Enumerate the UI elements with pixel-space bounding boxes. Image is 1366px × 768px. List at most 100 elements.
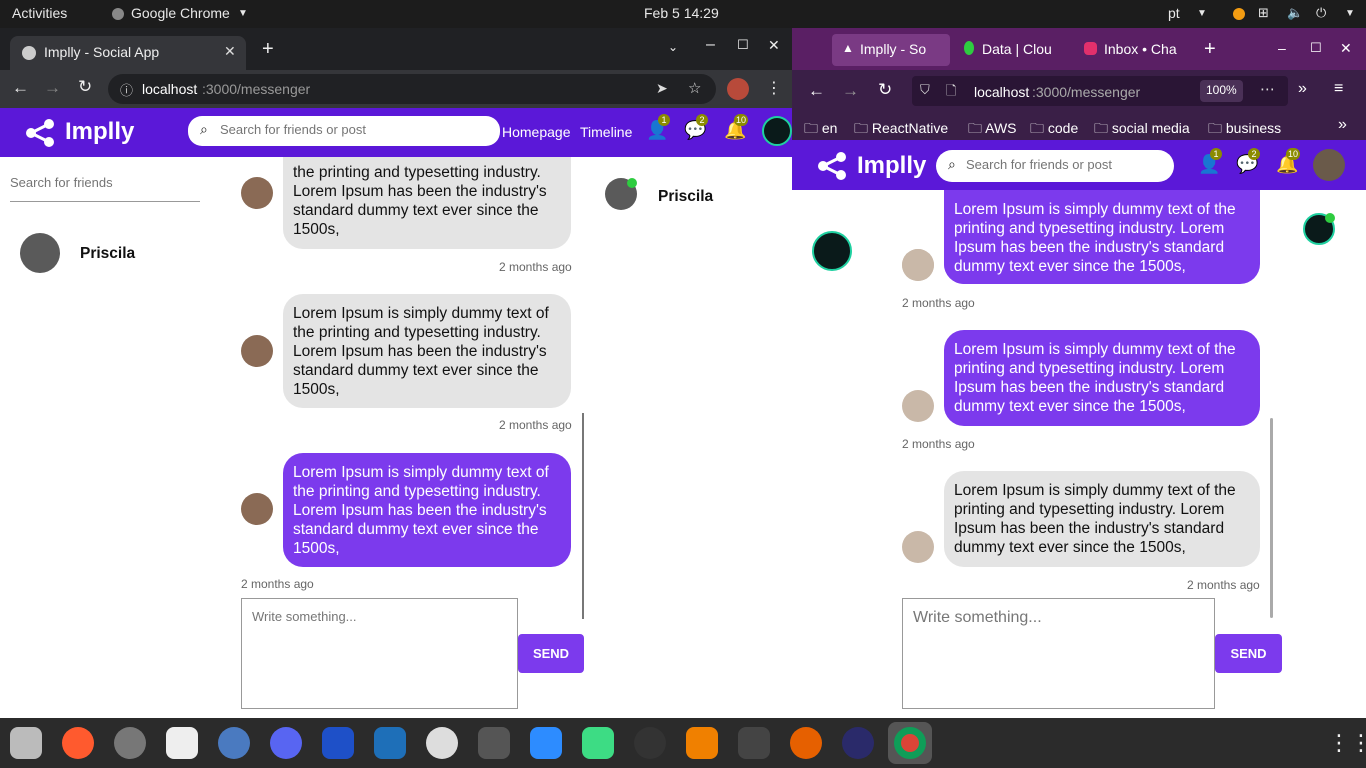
vlc-icon[interactable]	[686, 727, 718, 759]
firefox-tab-title[interactable]: Inbox • Cha	[1104, 41, 1188, 57]
nav-homepage[interactable]: Homepage	[502, 124, 571, 140]
chrome-address-bar[interactable]: ⓘ localhost :3000/messenger ➤ ☆	[108, 74, 716, 104]
devtool-icon[interactable]	[478, 727, 510, 759]
maximize-icon[interactable]: ☐	[737, 37, 749, 53]
messages-button[interactable]: 💬 2	[684, 114, 708, 142]
firefox-address-bar[interactable]: ⛉ 🗋 localhost :3000/messenger 100% ⋯	[912, 76, 1288, 106]
app-menu[interactable]: Google Chrome	[131, 5, 230, 21]
messages-button[interactable]: 💬 2	[1236, 148, 1260, 176]
maximize-icon[interactable]: ☐	[1310, 40, 1322, 56]
chevron-down-icon: ▼	[1345, 8, 1355, 19]
zoom-level[interactable]: 100%	[1200, 80, 1243, 102]
conversation-item[interactable]: Priscila	[20, 233, 200, 273]
avatar	[902, 249, 934, 281]
user-avatar[interactable]	[762, 116, 792, 146]
clock[interactable]: Feb 5 14:29	[644, 5, 719, 21]
firefox-tab-strip: ▲ Implly - So Data | Clou Inbox • Cha + …	[792, 28, 1366, 70]
back-icon[interactable]: ←	[12, 78, 29, 98]
profile-avatar[interactable]	[727, 78, 749, 100]
info-icon[interactable]: ⓘ	[120, 80, 133, 99]
menu-kebab-icon[interactable]: ⋮	[766, 78, 782, 98]
back-icon[interactable]: ←	[808, 81, 825, 101]
forward-icon[interactable]: →	[842, 81, 859, 101]
app-logo[interactable]: Implly	[65, 118, 134, 146]
firefox-tab-title[interactable]: Data | Clou	[982, 41, 1062, 57]
chat-messages[interactable]: the printing and typesetting industry. L…	[220, 157, 584, 621]
dconf-icon[interactable]	[114, 727, 146, 759]
app-logo[interactable]: Implly	[857, 152, 926, 180]
url-path: :3000/messenger	[202, 81, 311, 97]
scrollbar[interactable]	[582, 413, 584, 619]
friend-requests-button[interactable]: 👤 1	[646, 114, 670, 142]
close-tab-icon[interactable]: ✕	[224, 43, 236, 60]
hamburger-menu-icon[interactable]: ≡	[1334, 80, 1343, 98]
vscode-icon[interactable]	[374, 727, 406, 759]
message-composer[interactable]	[902, 598, 1215, 709]
nav-timeline[interactable]: Timeline	[580, 124, 632, 140]
bookmark-business[interactable]: 🗀 business	[1208, 118, 1281, 142]
chrome-tab[interactable]: Implly - Social App ✕	[10, 36, 246, 70]
new-tab-icon[interactable]: +	[262, 38, 274, 61]
obs-like-icon[interactable]	[426, 727, 458, 759]
header-search-input[interactable]	[220, 122, 490, 137]
bookmark-en[interactable]: 🗀 en	[804, 118, 837, 142]
files-icon[interactable]	[10, 727, 42, 759]
network-icon[interactable]: ⊞	[1258, 5, 1269, 21]
volume-icon[interactable]: 🔈	[1287, 5, 1303, 21]
messages-badge: 2	[696, 114, 708, 126]
chrome-dock-item[interactable]	[888, 722, 932, 764]
zoom-icon[interactable]	[530, 727, 562, 759]
tab-search-icon[interactable]: ⌄	[668, 40, 678, 54]
minimize-icon[interactable]: –	[1278, 40, 1286, 56]
language-indicator[interactable]: pt	[1168, 5, 1180, 21]
bookmark-reactnative[interactable]: 🗀 ReactNative	[854, 118, 948, 142]
header-search-bar[interactable]: ⌕	[936, 150, 1174, 182]
slack-icon[interactable]	[166, 727, 198, 759]
android-studio-icon[interactable]	[582, 727, 614, 759]
bookmark-star-icon[interactable]: ☆	[688, 79, 701, 97]
scrollbar[interactable]	[1270, 418, 1273, 618]
notifications-button[interactable]: 🔔 10	[1276, 148, 1301, 176]
close-window-icon[interactable]: ✕	[768, 37, 780, 54]
online-friend[interactable]	[1303, 213, 1335, 245]
activities-button[interactable]: Activities	[12, 5, 67, 21]
close-window-icon[interactable]: ✕	[1340, 40, 1352, 57]
bookmarks-overflow-icon[interactable]: »	[1338, 116, 1347, 134]
friend-search-input[interactable]	[10, 175, 200, 190]
terminal-icon[interactable]	[738, 727, 770, 759]
discord-icon[interactable]	[270, 727, 302, 759]
reload-icon[interactable]: ↻	[878, 80, 892, 100]
shield-icon[interactable]: ⛉	[920, 82, 930, 98]
firefox-tab-active[interactable]: ▲ Implly - So	[832, 34, 950, 66]
notifications-button[interactable]: 🔔 10	[724, 114, 749, 142]
bookmark-code[interactable]: 🗀 code	[1030, 118, 1078, 142]
send-button[interactable]: SEND	[518, 634, 584, 673]
qbittorrent-icon[interactable]	[218, 727, 250, 759]
friend-requests-button[interactable]: 👤 1	[1198, 148, 1222, 176]
bookmark-social-media[interactable]: 🗀 social media	[1094, 118, 1190, 142]
postman-icon[interactable]	[62, 727, 94, 759]
send-button[interactable]: SEND	[1215, 634, 1282, 673]
reload-icon[interactable]: ↻	[78, 77, 92, 97]
send-tab-icon[interactable]: ➤	[656, 80, 668, 97]
forward-icon[interactable]: →	[44, 78, 61, 98]
online-friend[interactable]: Priscila	[605, 178, 775, 210]
conversation-avatar[interactable]	[812, 231, 852, 271]
power-icon[interactable]: ⏻	[1316, 5, 1326, 21]
obs-icon[interactable]	[634, 727, 666, 759]
chat-messages-list[interactable]: Lorem Ipsum is simply dummy text of the …	[892, 190, 1292, 624]
user-avatar[interactable]	[1313, 149, 1345, 181]
message-composer[interactable]	[241, 598, 518, 709]
header-search-input[interactable]	[966, 157, 1166, 172]
minimize-icon[interactable]: –	[706, 36, 715, 54]
more-actions-icon[interactable]: ⋯	[1260, 80, 1275, 98]
moon-app-icon[interactable]	[842, 727, 874, 759]
bookmark-aws[interactable]: 🗀 AWS	[968, 118, 1017, 142]
header-search-bar[interactable]: ⌕	[188, 116, 500, 146]
app-grid-icon[interactable]: ⋮⋮⋮	[1328, 730, 1366, 756]
overflow-icon[interactable]: »	[1298, 80, 1307, 98]
anbox-icon[interactable]	[322, 727, 354, 759]
firefox-icon[interactable]	[790, 727, 822, 759]
new-tab-icon[interactable]: +	[1204, 38, 1216, 61]
messages-badge: 2	[1248, 148, 1260, 160]
